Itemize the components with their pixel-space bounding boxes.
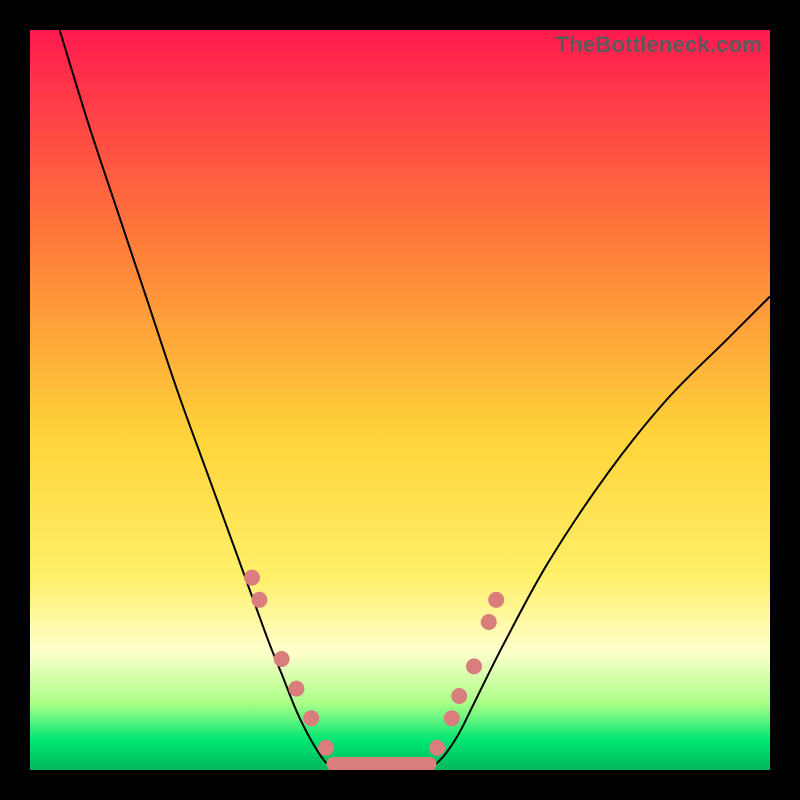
data-marker xyxy=(288,681,304,697)
data-marker xyxy=(466,658,482,674)
right-curve xyxy=(430,296,770,770)
data-marker xyxy=(451,688,467,704)
plot-frame: TheBottleneck.com xyxy=(30,30,770,770)
data-marker xyxy=(488,592,504,608)
data-marker xyxy=(274,651,290,667)
left-curve xyxy=(60,30,341,770)
data-marker xyxy=(429,740,445,756)
data-marker xyxy=(481,614,497,630)
chart-canvas xyxy=(30,30,770,770)
data-marker xyxy=(244,570,260,586)
data-marker xyxy=(303,710,319,726)
marker-group xyxy=(244,570,504,764)
data-marker xyxy=(444,710,460,726)
data-marker xyxy=(251,592,267,608)
data-marker xyxy=(318,740,334,756)
